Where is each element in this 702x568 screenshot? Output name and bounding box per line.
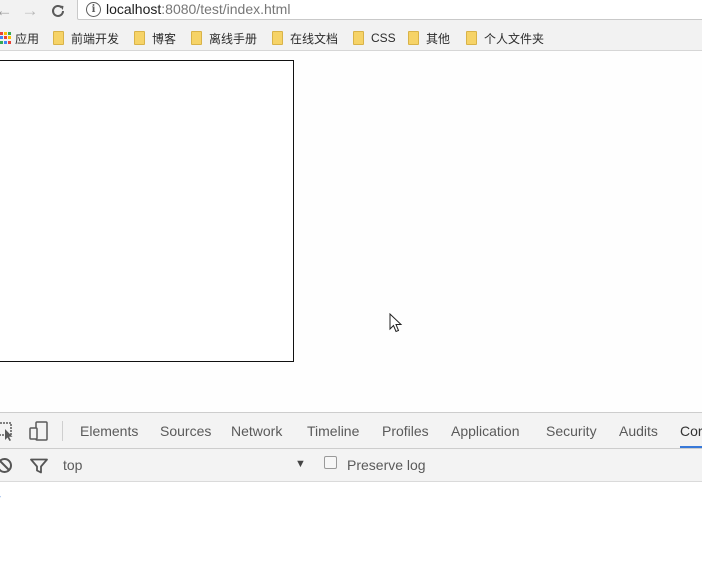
apps-grid-icon bbox=[0, 32, 11, 44]
bookmark-folder[interactable]: 离线手册 bbox=[191, 30, 257, 46]
bookmark-folder[interactable]: 博客 bbox=[134, 30, 176, 46]
page-viewport bbox=[0, 51, 702, 412]
folder-icon bbox=[466, 31, 477, 45]
bookmarks-bar: 应用 前端开发 博客 离线手册 在线文档 CSS 其他 个人文件夹 bbox=[0, 23, 702, 51]
folder-icon bbox=[191, 31, 202, 45]
tab-sources[interactable]: Sources bbox=[160, 413, 211, 448]
console-output[interactable]: › bbox=[0, 482, 702, 568]
bookmark-apps[interactable]: 应用 bbox=[0, 30, 39, 46]
toolbar-divider bbox=[62, 421, 63, 441]
folder-icon bbox=[134, 31, 145, 45]
bookmark-folder[interactable]: 在线文档 bbox=[272, 30, 338, 46]
filter-icon[interactable] bbox=[30, 458, 48, 474]
address-bar[interactable]: i localhost:8080/test/index.html bbox=[77, 0, 702, 20]
tab-audits[interactable]: Audits bbox=[619, 413, 658, 448]
reload-icon[interactable] bbox=[48, 1, 68, 21]
bookmark-label: 其他 bbox=[426, 31, 451, 46]
url-host: localhost bbox=[106, 1, 162, 17]
bookmark-label: 在线文档 bbox=[290, 31, 339, 46]
bookmark-folder[interactable]: 其他 bbox=[408, 30, 450, 46]
console-prompt-icon: › bbox=[0, 489, 1, 503]
folder-icon bbox=[272, 31, 283, 45]
bookmark-label: 博客 bbox=[152, 31, 177, 46]
mouse-pointer-icon bbox=[389, 313, 403, 333]
demo-box bbox=[0, 60, 294, 362]
bookmark-label: 离线手册 bbox=[209, 31, 258, 46]
url-path: :8080/test/index.html bbox=[161, 1, 291, 17]
bookmark-label: 前端开发 bbox=[71, 31, 120, 46]
folder-icon bbox=[353, 31, 364, 45]
context-selector[interactable]: top bbox=[63, 457, 82, 473]
bookmark-label: 应用 bbox=[15, 31, 40, 46]
tab-timeline[interactable]: Timeline bbox=[307, 413, 359, 448]
bookmark-folder[interactable]: CSS bbox=[353, 30, 396, 46]
devtools-panel: Elements Sources Network Timeline Profil… bbox=[0, 412, 702, 568]
preserve-log-label[interactable]: Preserve log bbox=[347, 457, 426, 473]
tab-profiles[interactable]: Profiles bbox=[382, 413, 429, 448]
console-toolbar: top ▼ Preserve log bbox=[0, 449, 702, 482]
clear-console-icon[interactable] bbox=[0, 457, 13, 474]
bookmark-label: CSS bbox=[371, 31, 396, 45]
bookmark-folder[interactable]: 个人文件夹 bbox=[466, 30, 544, 46]
devtools-tabbar: Elements Sources Network Timeline Profil… bbox=[0, 413, 702, 449]
folder-icon bbox=[53, 31, 64, 45]
device-toolbar-icon[interactable] bbox=[29, 421, 49, 441]
browser-toolbar: ← → i localhost:8080/test/index.html bbox=[0, 0, 702, 23]
bookmark-label: 个人文件夹 bbox=[484, 31, 545, 46]
preserve-log-checkbox[interactable] bbox=[324, 456, 337, 469]
info-icon[interactable]: i bbox=[86, 2, 101, 17]
chevron-down-icon[interactable]: ▼ bbox=[295, 458, 306, 470]
url-text: localhost:8080/test/index.html bbox=[106, 1, 290, 17]
bookmark-folder[interactable]: 前端开发 bbox=[53, 30, 119, 46]
tab-console[interactable]: Cor bbox=[680, 413, 702, 448]
inspect-element-icon[interactable] bbox=[0, 421, 16, 441]
back-icon[interactable]: ← bbox=[0, 1, 14, 21]
folder-icon bbox=[408, 31, 419, 45]
tab-network[interactable]: Network bbox=[231, 413, 282, 448]
tab-elements[interactable]: Elements bbox=[80, 413, 138, 448]
tab-security[interactable]: Security bbox=[546, 413, 597, 448]
forward-icon[interactable]: → bbox=[20, 1, 40, 21]
tab-application[interactable]: Application bbox=[451, 413, 520, 448]
